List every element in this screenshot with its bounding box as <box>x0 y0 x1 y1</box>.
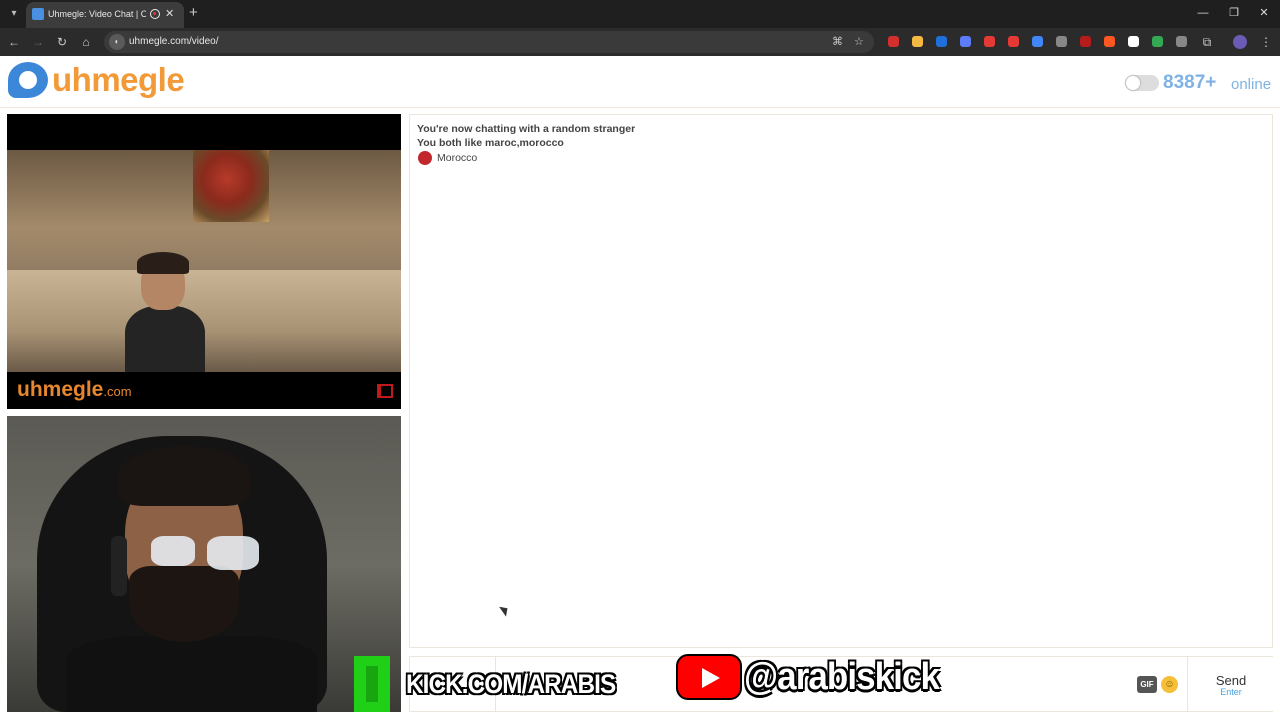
morocco-flag-icon <box>418 151 432 165</box>
glasses-left <box>151 536 195 566</box>
extension-icon[interactable] <box>984 36 995 47</box>
extensions-puzzle-icon[interactable]: ⧉ <box>1199 34 1215 50</box>
extension-icon[interactable] <box>1008 36 1019 47</box>
wall-art <box>193 150 269 222</box>
online-label: online <box>1231 76 1272 93</box>
tab-close-icon[interactable]: ✕ <box>165 7 174 21</box>
tab-title: Uhmegle: Video Chat | Om <box>48 9 146 19</box>
emoji-icon[interactable]: ☺ <box>1161 676 1178 693</box>
extension-icon[interactable] <box>912 36 923 47</box>
restore-icon[interactable]: ❐ <box>1226 5 1242 21</box>
extension-icon[interactable] <box>936 36 947 47</box>
send-shortcut-label: Enter <box>1220 687 1242 697</box>
profile-avatar[interactable] <box>1233 35 1247 49</box>
extension-icon[interactable] <box>1128 36 1139 47</box>
translate-icon[interactable]: ⌘ <box>832 35 843 49</box>
kick-logo-icon <box>354 656 390 712</box>
logo-text[interactable]: uhmegle <box>52 60 185 100</box>
forward-icon[interactable]: → <box>30 34 46 50</box>
url-text: uhmegle.com/video/ <box>129 36 219 47</box>
extension-icon[interactable] <box>1152 36 1163 47</box>
extension-icon[interactable] <box>888 36 899 47</box>
gif-button[interactable]: GIF <box>1137 676 1157 693</box>
stranger-video: uhmegle.com <box>7 114 401 409</box>
stranger-room-background <box>7 150 401 372</box>
self-video <box>7 416 401 712</box>
close-window-icon[interactable]: ✕ <box>1256 5 1272 21</box>
address-bar[interactable]: ◐ uhmegle.com/video/ ⌘ ☆ <box>104 31 874 53</box>
youtube-handle-overlay: @arabiskick <box>744 656 940 698</box>
site-header: uhmegle 8387+ online <box>0 56 1280 108</box>
extension-icon[interactable] <box>960 36 971 47</box>
browser-menu-icon[interactable]: ⋮ <box>1258 34 1274 50</box>
reload-icon[interactable]: ↻ <box>54 34 70 50</box>
video-watermark-bar: uhmegle.com <box>7 372 401 409</box>
logo-icon[interactable] <box>8 62 48 98</box>
new-tab-icon[interactable]: + <box>189 5 198 21</box>
chat-message: You both like maroc,morocco <box>417 137 564 149</box>
self-hair <box>117 446 251 506</box>
browser-tab-bar: ▾ Uhmegle: Video Chat | Om ✕ + — ❐ ✕ <box>0 0 1280 28</box>
send-button[interactable]: Send Enter <box>1187 657 1273 711</box>
stranger-person <box>125 252 205 372</box>
extension-icon[interactable] <box>1080 36 1091 47</box>
theme-toggle[interactable] <box>1125 75 1159 91</box>
self-body <box>67 636 317 712</box>
tab-search-icon[interactable]: ▾ <box>6 6 22 22</box>
kick-url-overlay: KICK.COM/ARABIS <box>405 668 616 700</box>
minimize-icon[interactable]: — <box>1195 5 1211 21</box>
toggle-knob <box>1126 76 1140 90</box>
send-label: Send <box>1215 673 1247 688</box>
online-count: 8387+ <box>1163 72 1217 93</box>
home-icon[interactable]: ⌂ <box>78 34 94 50</box>
extension-icon[interactable] <box>1176 36 1187 47</box>
self-beard <box>129 566 239 642</box>
glasses-right <box>207 536 259 570</box>
back-icon[interactable]: ← <box>6 34 22 50</box>
extension-icon[interactable] <box>1032 36 1043 47</box>
chat-message: You're now chatting with a random strang… <box>417 123 636 135</box>
stranger-country: Morocco <box>437 152 478 164</box>
headset <box>111 536 127 596</box>
extension-icon[interactable] <box>1104 36 1115 47</box>
browser-toolbar: ← → ↻ ⌂ ◐ uhmegle.com/video/ ⌘ ☆ ⧉ ⋮ <box>0 28 1280 56</box>
site-favicon-icon <box>32 8 44 20</box>
site-info-icon[interactable]: ◐ <box>109 34 125 50</box>
extension-icon[interactable] <box>1056 36 1067 47</box>
chat-log[interactable]: You're now chatting with a random strang… <box>409 114 1273 648</box>
bookmark-star-icon[interactable]: ☆ <box>854 35 864 49</box>
browser-tab[interactable]: Uhmegle: Video Chat | Om ✕ <box>26 2 184 28</box>
video-watermark: uhmegle.com <box>17 378 132 401</box>
report-flag-icon[interactable] <box>377 384 393 398</box>
youtube-logo-icon <box>676 654 742 700</box>
recording-icon <box>150 9 160 19</box>
